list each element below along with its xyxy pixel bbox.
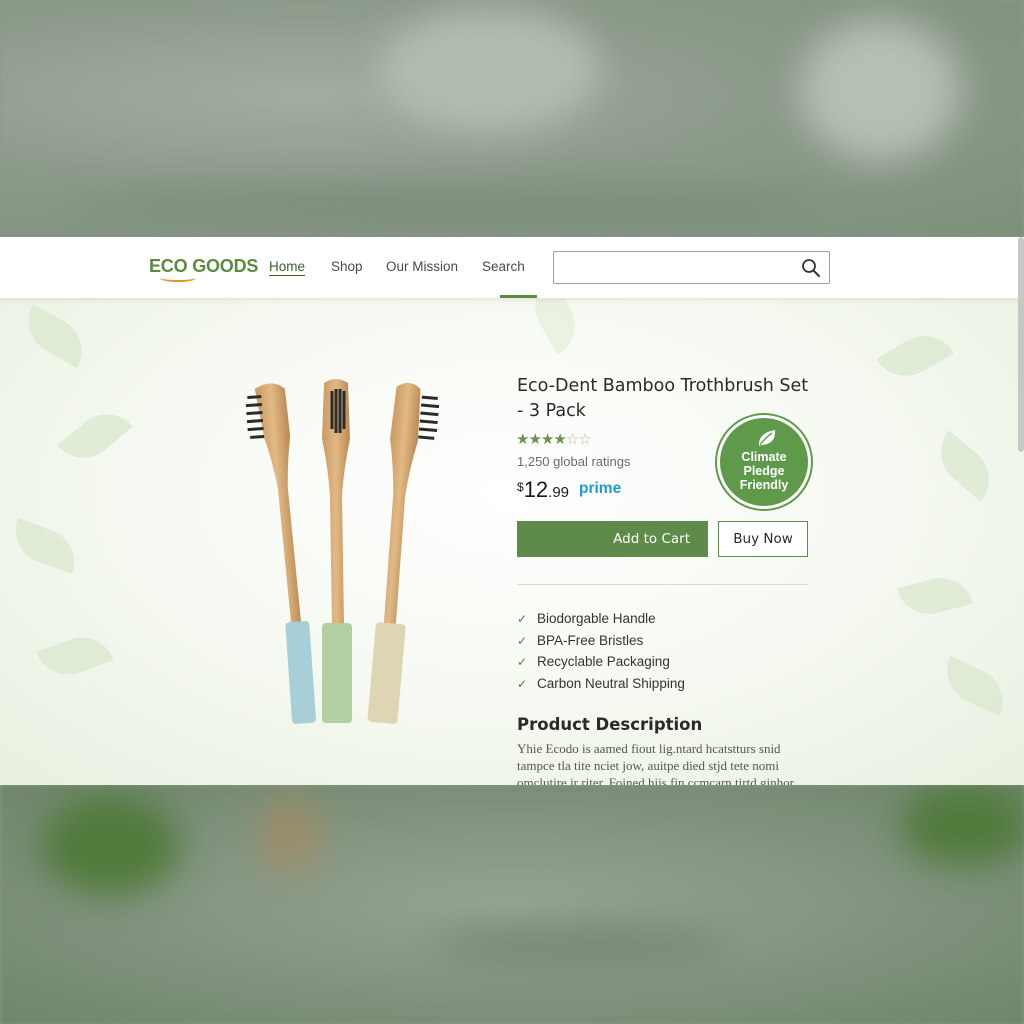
- feature-label: Recyclable Packaging: [537, 654, 670, 669]
- leaf-decoration: [16, 303, 94, 369]
- price-whole: 12: [523, 477, 549, 502]
- description-text: Yhie Ecodo is aamed fiout lig.ntard hcat…: [517, 741, 794, 785]
- nav-our-mission[interactable]: Our Mission: [386, 259, 458, 274]
- list-item: ✓ Biodorgable Handle: [517, 611, 685, 633]
- nav-search[interactable]: Search: [482, 259, 525, 274]
- backdrop-blob: [800, 20, 960, 160]
- list-item: ✓ Carbon Neutral Shipping: [517, 676, 685, 698]
- price-cents: .99: [548, 484, 570, 501]
- browser-window: ECO GOODS Home Shop Our Mission Search E…: [0, 237, 1024, 785]
- star-icon: ★: [528, 430, 541, 448]
- leaf-decoration: [876, 323, 954, 389]
- leaf-background: [0, 299, 1024, 785]
- product-price: $12.99: [517, 477, 569, 503]
- price-currency: $: [517, 480, 524, 494]
- list-item: ✓ Recyclable Packaging: [517, 654, 685, 676]
- star-icon: ★: [516, 430, 529, 448]
- nav-active-indicator: [500, 295, 537, 298]
- ratings-count[interactable]: 1,250 global ratings: [517, 454, 630, 469]
- prime-badge: prime: [579, 480, 622, 497]
- backdrop-blob: [40, 795, 180, 895]
- product-image: [245, 379, 440, 724]
- backdrop-top: [0, 0, 1024, 237]
- search-icon[interactable]: [801, 258, 821, 278]
- backdrop-blob: [900, 785, 1024, 865]
- backdrop-blob: [260, 795, 320, 875]
- nav-shop[interactable]: Shop: [331, 259, 363, 274]
- list-item: ✓ BPA-Free Bristles: [517, 633, 685, 655]
- backdrop-blob: [380, 10, 600, 130]
- star-icon: ★: [553, 430, 566, 448]
- search-box: [553, 251, 830, 284]
- backdrop-blob: [60, 190, 820, 220]
- star-icon: ☆: [578, 430, 591, 448]
- check-icon: ✓: [517, 655, 528, 669]
- climate-pledge-badge: Climate Pledge Friendly: [717, 415, 811, 509]
- leaf-decoration: [936, 655, 1014, 717]
- feature-label: BPA-Free Bristles: [537, 632, 644, 648]
- leaf-decoration: [927, 430, 1003, 502]
- divider: [517, 584, 808, 585]
- nav-home[interactable]: Home: [269, 259, 306, 276]
- star-icon: ★: [540, 430, 554, 448]
- leaf-decoration: [896, 570, 974, 622]
- badge-label: Climate Pledge Friendly: [739, 450, 789, 492]
- check-icon: ✓: [517, 612, 528, 626]
- logo-smile-icon: [160, 274, 196, 282]
- leaf-icon: [758, 430, 776, 446]
- add-to-cart-button[interactable]: Add to Cart: [517, 521, 708, 557]
- backdrop-bottom: [0, 785, 1024, 1024]
- leaf-decoration: [6, 518, 84, 574]
- buy-now-button[interactable]: Buy Now: [718, 521, 808, 557]
- leaf-decoration: [36, 628, 114, 684]
- feature-label: Carbon Neutral Shipping: [537, 675, 685, 691]
- scrollbar[interactable]: [1018, 237, 1024, 452]
- leaf-decoration: [522, 299, 588, 355]
- backdrop-blob: [430, 925, 730, 965]
- rating-stars[interactable]: ★★★★☆☆: [516, 430, 592, 448]
- star-icon: ☆: [565, 430, 579, 448]
- feature-label: Biodorgable Handle: [537, 611, 656, 626]
- search-input[interactable]: [554, 252, 789, 283]
- check-icon: ✓: [517, 633, 528, 648]
- feature-list: ✓ Biodorgable Handle ✓ BPA-Free Bristles ✓…: [517, 611, 685, 697]
- leaf-decoration: [57, 400, 133, 472]
- check-icon: ✓: [517, 676, 528, 691]
- description-heading: Product Description: [517, 715, 703, 734]
- site-header: ECO GOODS Home Shop Our Mission Search: [0, 237, 1024, 299]
